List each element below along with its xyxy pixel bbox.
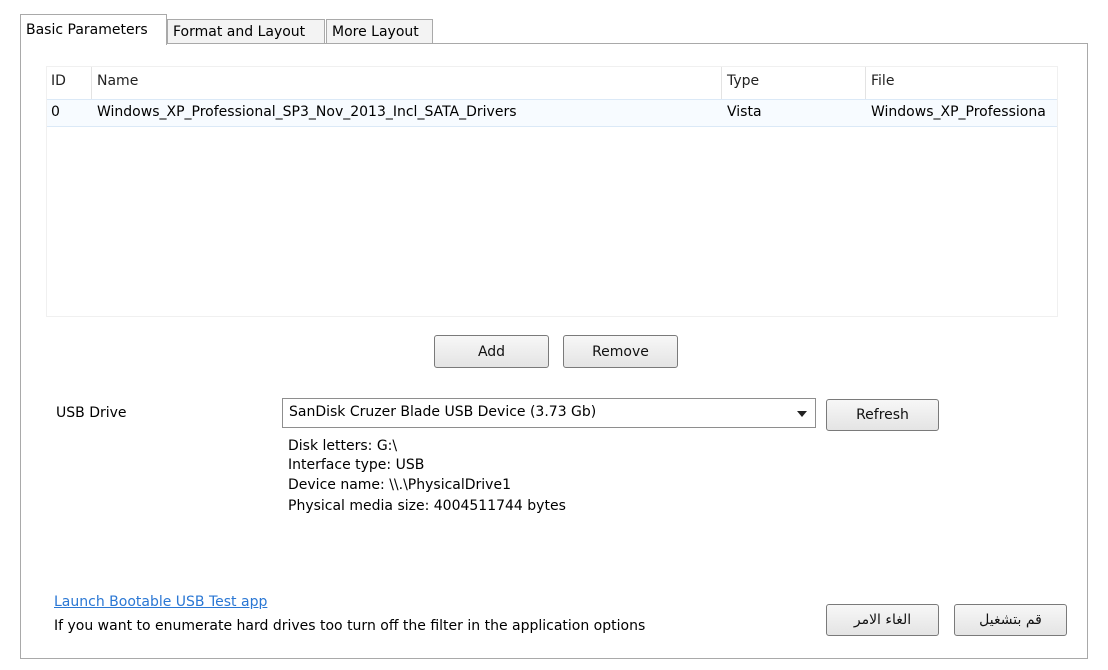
disk-letters-text: Disk letters: G:\ — [288, 438, 398, 454]
column-header-file[interactable]: File — [871, 73, 894, 89]
column-header-name[interactable]: Name — [97, 73, 138, 89]
remove-button[interactable]: Remove — [563, 335, 678, 368]
image-list[interactable]: ID Name Type File 0 Windows_XP_Professio… — [46, 66, 1058, 317]
cell-type: Vista — [727, 104, 762, 120]
chevron-down-icon[interactable] — [797, 411, 807, 417]
column-header-id[interactable]: ID — [51, 73, 66, 89]
media-size-text: Physical media size: 4004511744 bytes — [288, 498, 566, 514]
usb-drive-selected-value: SanDisk Cruzer Blade USB Device (3.73 Gb… — [289, 404, 597, 420]
usb-drive-select[interactable]: SanDisk Cruzer Blade USB Device (3.73 Gb… — [282, 398, 816, 428]
tab-more-layout[interactable]: More Layout — [326, 19, 433, 44]
table-row[interactable]: 0 Windows_XP_Professional_SP3_Nov_2013_I… — [47, 99, 1057, 127]
launch-test-app-link[interactable]: Launch Bootable USB Test app — [54, 594, 267, 610]
cell-file: Windows_XP_Professiona — [871, 104, 1046, 120]
list-header: ID Name Type File — [47, 67, 1057, 99]
column-divider[interactable] — [865, 67, 866, 99]
filter-hint-text: If you want to enumerate hard drives too… — [54, 618, 646, 634]
column-divider[interactable] — [91, 67, 92, 99]
add-button[interactable]: Add — [434, 335, 549, 368]
interface-type-text: Interface type: USB — [288, 457, 425, 473]
cell-name: Windows_XP_Professional_SP3_Nov_2013_Inc… — [97, 104, 517, 120]
device-name-text: Device name: \\.\PhysicalDrive1 — [288, 477, 511, 493]
tab-basic-parameters[interactable]: Basic Parameters — [20, 14, 167, 45]
refresh-button[interactable]: Refresh — [826, 399, 939, 431]
column-divider[interactable] — [721, 67, 722, 99]
usb-drive-label: USB Drive — [56, 405, 127, 421]
cell-id: 0 — [51, 104, 60, 120]
run-button[interactable]: قم بتشغيل — [954, 604, 1067, 636]
column-header-type[interactable]: Type — [727, 73, 759, 89]
cancel-button[interactable]: الغاء الامر — [826, 604, 939, 636]
tab-format-and-layout[interactable]: Format and Layout — [167, 19, 325, 44]
